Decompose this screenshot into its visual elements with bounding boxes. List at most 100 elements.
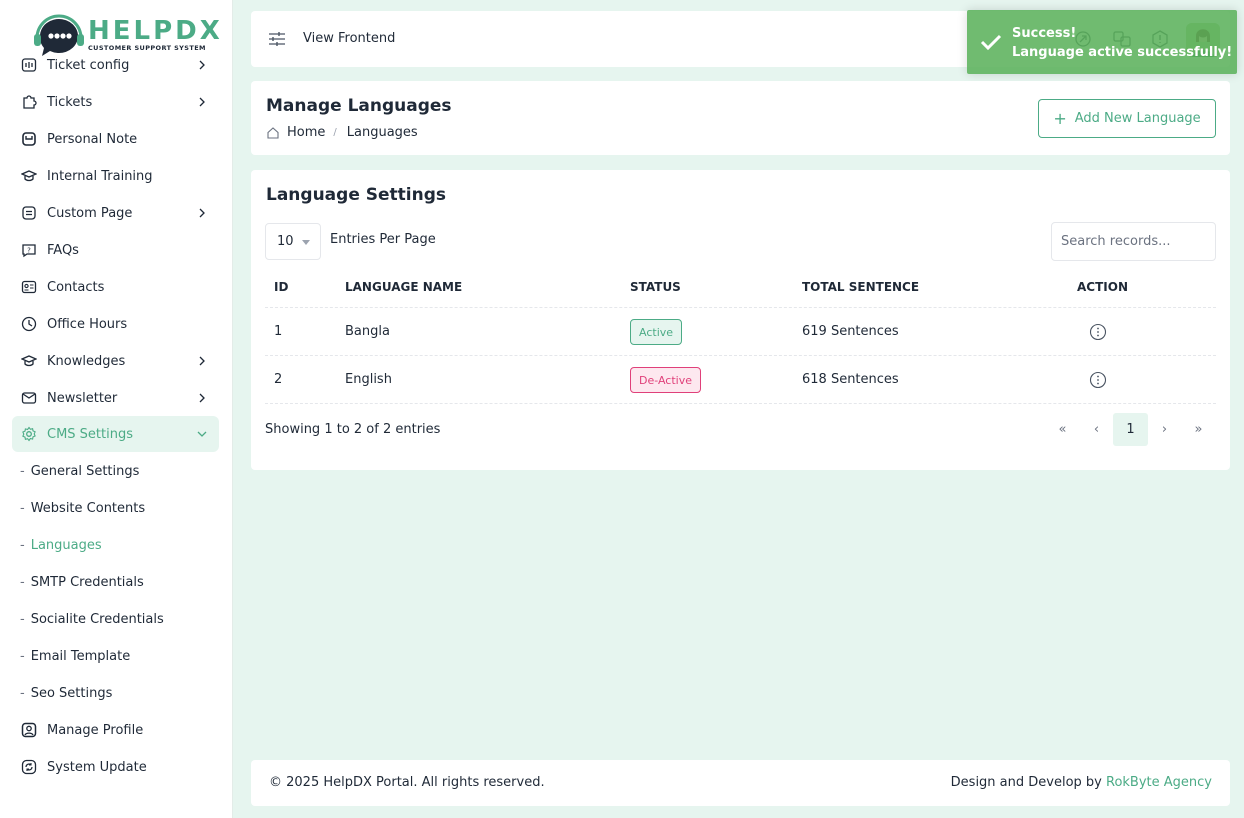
gear-icon: [21, 426, 37, 442]
sidebar-item-tickets[interactable]: Tickets: [12, 84, 219, 120]
pagination-first[interactable]: «: [1045, 413, 1080, 446]
cell-id: 2: [274, 372, 283, 387]
view-frontend-link[interactable]: View Frontend: [303, 31, 395, 46]
brand-tagline: CUSTOMER SUPPORT SYSTEM: [88, 43, 206, 52]
sidebar-item-label: Knowledges: [47, 353, 126, 369]
submenu-website-contents[interactable]: - Website Contents: [20, 493, 145, 523]
sidebar-item-office-hours[interactable]: Office Hours: [12, 306, 219, 342]
sidebar-item-label: Ticket config: [47, 57, 130, 73]
submenu-label: Email Template: [30, 648, 131, 664]
column-header-status: STATUS: [630, 280, 681, 294]
knowledge-icon: [21, 353, 37, 369]
sidebar-item-personal-note[interactable]: Personal Note: [12, 121, 219, 157]
sidebar-item-label: Tickets: [47, 94, 93, 110]
sidebar-item-newsletter[interactable]: Newsletter: [12, 380, 219, 416]
pagination-last[interactable]: »: [1181, 413, 1216, 446]
row-divider: [265, 403, 1216, 404]
home-icon: [267, 126, 279, 139]
column-header-id: ID: [274, 280, 289, 294]
page-title: Manage Languages: [266, 96, 452, 116]
success-toast[interactable]: Success! Language active successfully!: [967, 10, 1237, 74]
graduation-icon: [21, 168, 37, 184]
entries-per-page-label: Entries Per Page: [330, 232, 436, 247]
column-header-total-sentence: TOTAL SENTENCE: [802, 280, 920, 294]
sidebar-item-faqs[interactable]: ? FAQs: [12, 232, 219, 268]
status-badge-active[interactable]: Active: [630, 319, 683, 345]
sidebar-item-manage-profile[interactable]: Manage Profile: [12, 712, 219, 748]
language-settings-card: Language Settings 10 Entries Per Page ID…: [251, 170, 1230, 470]
credit-text: Design and Develop by RokByte Agency: [951, 775, 1212, 790]
submenu-label: Website Contents: [30, 500, 146, 516]
column-header-action: ACTION: [1077, 280, 1128, 294]
refresh-icon: [21, 759, 37, 775]
sidebar-item-label: Manage Profile: [47, 722, 144, 738]
note-icon: [21, 131, 37, 147]
cell-language-name: Bangla: [345, 324, 390, 339]
copyright-text: © 2025 HelpDX Portal. All rights reserve…: [269, 775, 545, 790]
submenu-label: Languages: [30, 537, 102, 553]
submenu-languages[interactable]: - Languages: [20, 530, 102, 560]
search-input[interactable]: [1051, 222, 1216, 261]
sidebar-item-contacts[interactable]: Contacts: [12, 269, 219, 305]
add-language-label: Add New Language: [1074, 111, 1201, 126]
breadcrumb-home[interactable]: Home: [287, 125, 325, 140]
toast-title: Success!: [1012, 26, 1077, 41]
agency-link[interactable]: RokByte Agency: [1106, 775, 1212, 790]
chevron-right-icon: [199, 393, 205, 403]
cell-total-sentence: 619 Sentences: [802, 324, 899, 339]
entries-per-page-select[interactable]: 10: [265, 223, 321, 260]
brand-logo[interactable]: HELPDX CUSTOMER SUPPORT SYSTEM: [34, 12, 220, 58]
credit-prefix: Design and Develop by: [950, 775, 1106, 790]
sidebar-item-label: Custom Page: [47, 205, 133, 221]
chevron-right-icon: [199, 97, 205, 107]
submenu-socialite-credentials[interactable]: - Socialite Credentials: [20, 604, 164, 634]
svg-text:?: ?: [27, 247, 31, 255]
sidebar-item-label: Office Hours: [47, 316, 128, 332]
submenu-label: SMTP Credentials: [30, 574, 144, 590]
chevron-down-icon: [197, 431, 207, 437]
sidebar-item-cms-settings[interactable]: CMS Settings: [12, 416, 219, 452]
sidebar-item-custom-page[interactable]: Custom Page: [12, 195, 219, 231]
pagination-page-1[interactable]: 1: [1113, 413, 1148, 446]
more-options-icon[interactable]: [1089, 323, 1107, 341]
caret-down-icon: [302, 240, 310, 245]
status-badge-deactive[interactable]: De-Active: [630, 367, 701, 393]
sidebar-item-label: FAQs: [47, 242, 79, 258]
submenu-label: Socialite Credentials: [30, 611, 164, 627]
more-options-icon[interactable]: [1089, 371, 1107, 389]
sidebar-item-label: CMS Settings: [47, 426, 133, 442]
submenu-label: General Settings: [30, 463, 140, 479]
check-icon: [980, 34, 1002, 51]
footer: © 2025 HelpDX Portal. All rights reserve…: [251, 760, 1230, 806]
sliders-menu-icon[interactable]: [268, 31, 286, 51]
brand-name: HELPDX: [88, 15, 223, 46]
sidebar: HELPDX CUSTOMER SUPPORT SYSTEM Ticket co…: [0, 0, 233, 818]
sidebar-item-internal-training[interactable]: Internal Training: [12, 158, 219, 194]
chevron-right-icon: [199, 356, 205, 366]
pagination-next[interactable]: ›: [1147, 413, 1182, 446]
section-title: Language Settings: [266, 185, 447, 205]
headset-logo-icon: [34, 14, 84, 56]
tickets-icon: [21, 94, 37, 110]
cell-total-sentence: 618 Sentences: [802, 372, 899, 387]
showing-entries-text: Showing 1 to 2 of 2 entries: [265, 422, 441, 437]
sidebar-item-knowledges[interactable]: Knowledges: [12, 343, 219, 379]
sidebar-item-label: Contacts: [47, 279, 105, 295]
per-page-value: 10: [277, 234, 294, 249]
plus-icon: +: [1053, 108, 1067, 128]
user-icon: [21, 722, 37, 738]
submenu-seo-settings[interactable]: - Seo Settings: [20, 678, 112, 708]
question-icon: ?: [21, 242, 37, 258]
submenu-smtp-credentials[interactable]: - SMTP Credentials: [20, 567, 144, 597]
clock-icon: [21, 316, 37, 332]
chevron-right-icon: [199, 208, 205, 218]
column-header-language-name: LANGUAGE NAME: [345, 280, 463, 294]
add-language-button[interactable]: + Add New Language: [1038, 99, 1216, 138]
submenu-email-template[interactable]: - Email Template: [20, 641, 130, 671]
sidebar-item-system-update[interactable]: System Update: [12, 749, 219, 785]
sidebar-item-label: System Update: [47, 759, 147, 775]
pagination-prev[interactable]: ‹: [1079, 413, 1114, 446]
submenu-general-settings[interactable]: - General Settings: [20, 456, 139, 486]
row-divider: [265, 307, 1216, 308]
newsletter-icon: [21, 390, 37, 406]
